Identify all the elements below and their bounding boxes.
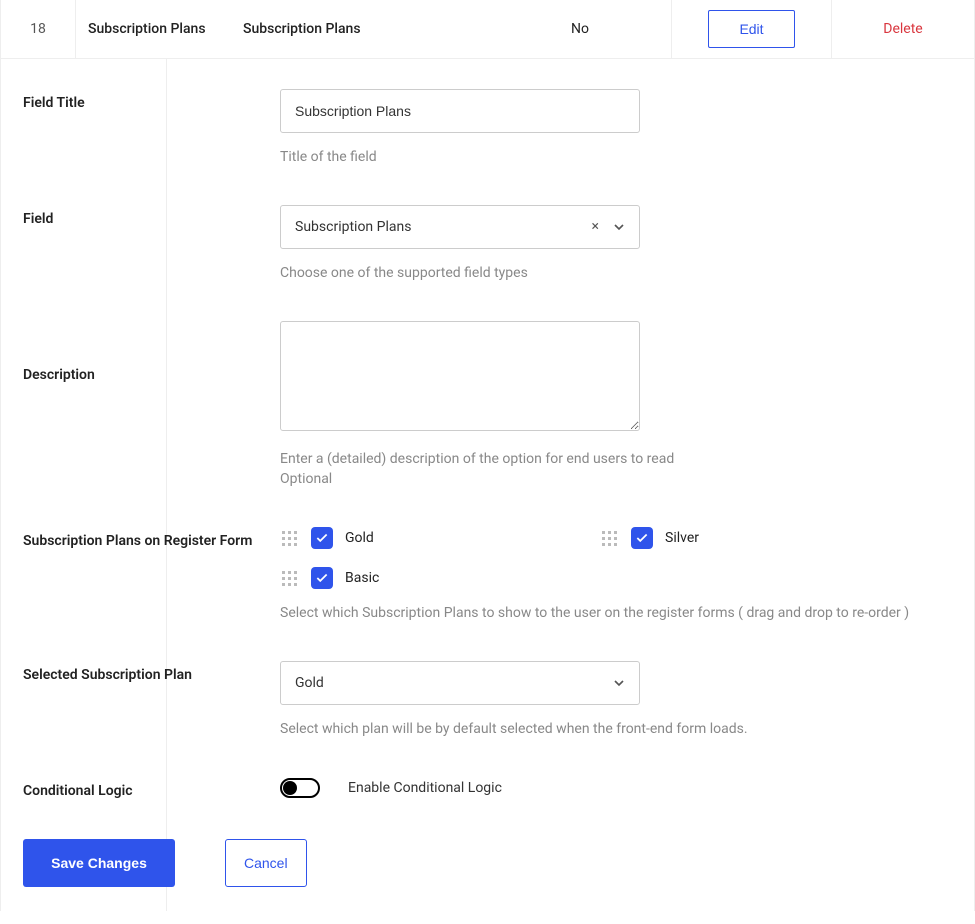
- plan-label: Basic: [345, 570, 379, 586]
- field-row: 18 Subscription Plans Subscription Plans…: [1, 0, 974, 59]
- selected-plan-value: Gold: [295, 675, 324, 691]
- edit-button[interactable]: Edit: [708, 10, 794, 48]
- label-plans-on-form: Subscription Plans on Register Form: [23, 527, 280, 621]
- label-description: Description: [23, 321, 280, 487]
- drag-handle-icon[interactable]: [600, 529, 619, 548]
- save-button[interactable]: Save Changes: [23, 839, 175, 887]
- plan-item: Gold: [280, 527, 600, 549]
- field-type-select[interactable]: Subscription Plans ×: [280, 205, 640, 249]
- plan-item: Silver: [600, 527, 920, 549]
- selected-plan-hint: Select which plan will be by default sel…: [280, 721, 960, 737]
- drag-handle-icon[interactable]: [280, 529, 299, 548]
- label-field-title: Field Title: [23, 89, 280, 165]
- description-hint-2: Optional: [280, 471, 960, 487]
- description-textarea[interactable]: [280, 321, 640, 431]
- conditional-logic-toggle-label: Enable Conditional Logic: [348, 780, 502, 796]
- field-title-input[interactable]: [280, 89, 640, 133]
- conditional-logic-toggle[interactable]: [280, 778, 320, 798]
- field-title-hint: Title of the field: [280, 149, 960, 165]
- row-required-cell: No: [511, 21, 671, 37]
- field-type-hint: Choose one of the supported field types: [280, 265, 960, 281]
- drag-handle-icon[interactable]: [280, 569, 299, 588]
- row-number-cell: 18: [1, 0, 76, 58]
- plan-checkbox-silver[interactable]: [631, 527, 653, 549]
- plan-label: Silver: [665, 530, 699, 546]
- plan-checkbox-basic[interactable]: [311, 567, 333, 589]
- selected-plan-select[interactable]: Gold: [280, 661, 640, 705]
- cancel-button[interactable]: Cancel: [225, 839, 307, 887]
- row-title-cell: Subscription Plans: [76, 21, 231, 37]
- chevron-down-icon: [611, 675, 627, 691]
- chevron-down-icon: [611, 219, 627, 235]
- plan-item: Basic: [280, 567, 600, 589]
- label-selected-plan: Selected Subscription Plan: [23, 661, 280, 737]
- delete-link[interactable]: Delete: [883, 21, 922, 37]
- label-field-type: Field: [23, 205, 280, 281]
- row-type-cell: Subscription Plans: [231, 21, 511, 37]
- plans-hint: Select which Subscription Plans to show …: [280, 605, 960, 621]
- field-type-value: Subscription Plans: [295, 219, 411, 235]
- label-conditional-logic: Conditional Logic: [23, 777, 280, 799]
- plan-checkbox-gold[interactable]: [311, 527, 333, 549]
- description-hint-1: Enter a (detailed) description of the op…: [280, 451, 960, 467]
- clear-select-icon[interactable]: ×: [592, 219, 599, 235]
- plan-label: Gold: [345, 530, 374, 546]
